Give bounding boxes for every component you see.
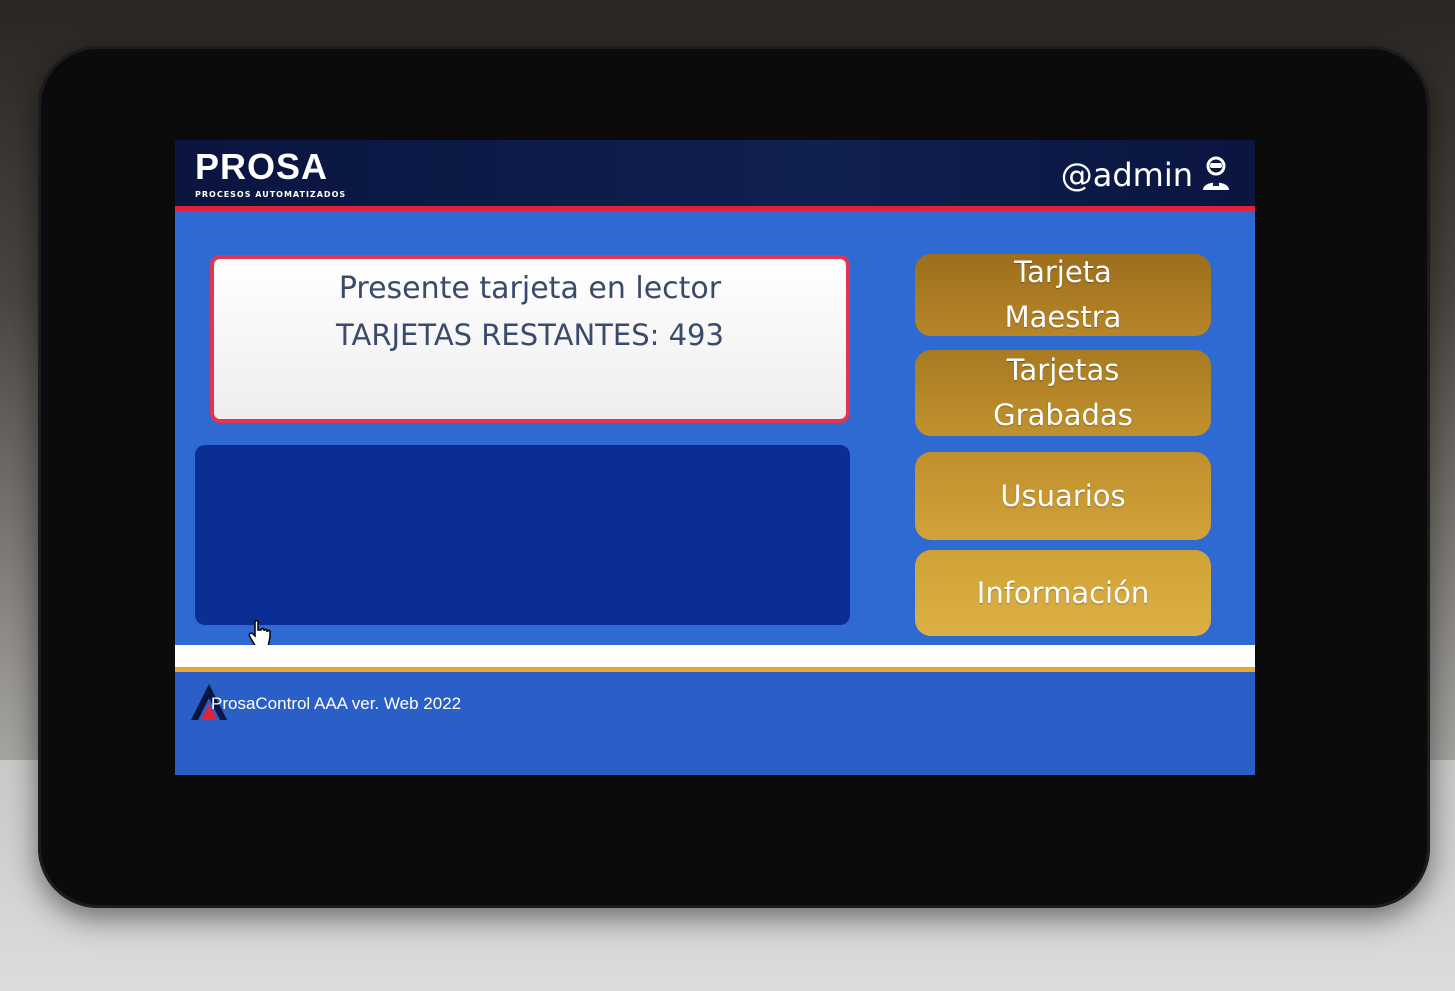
- recorded-cards-label-line1: Tarjetas: [1006, 353, 1120, 388]
- photo-scene: PROSA PROCESOS AUTOMATIZADOS @admin Pres…: [0, 0, 1455, 991]
- users-button[interactable]: Usuarios: [915, 452, 1211, 540]
- user-icon[interactable]: [1199, 156, 1233, 192]
- footer-divider: [175, 645, 1255, 672]
- touch-screen: PROSA PROCESOS AUTOMATIZADOS @admin Pres…: [175, 140, 1255, 775]
- instruction-text: Presente tarjeta en lector: [338, 271, 722, 306]
- brand-logo: PROSA: [195, 146, 328, 188]
- master-card-label-line2: Maestra: [1004, 300, 1122, 334]
- information-label: Información: [976, 575, 1150, 610]
- users-label: Usuarios: [1000, 478, 1126, 513]
- information-button[interactable]: Información: [915, 550, 1211, 636]
- brand-tagline: PROCESOS AUTOMATIZADOS: [195, 190, 347, 199]
- app-footer: ProsaControl AAA ver. Web 2022: [175, 672, 1255, 775]
- status-message-box: Presente tarjeta en lector TARJETAS REST…: [210, 255, 850, 423]
- brand-name: PROSA: [195, 146, 329, 187]
- recorded-cards-label-line2: Grabadas: [993, 398, 1133, 432]
- user-name[interactable]: @admin: [1061, 156, 1193, 194]
- master-card-label-line1: Tarjeta: [1014, 255, 1112, 290]
- remaining-cards-text: TARJETAS RESTANTES: 493: [336, 318, 724, 352]
- master-card-button[interactable]: Tarjeta Maestra: [915, 254, 1211, 336]
- version-text: ProsaControl AAA ver. Web 2022: [211, 694, 462, 713]
- app-header: PROSA PROCESOS AUTOMATIZADOS @admin: [175, 140, 1255, 211]
- info-panel: [195, 445, 850, 625]
- recorded-cards-button[interactable]: Tarjetas Grabadas: [915, 350, 1211, 436]
